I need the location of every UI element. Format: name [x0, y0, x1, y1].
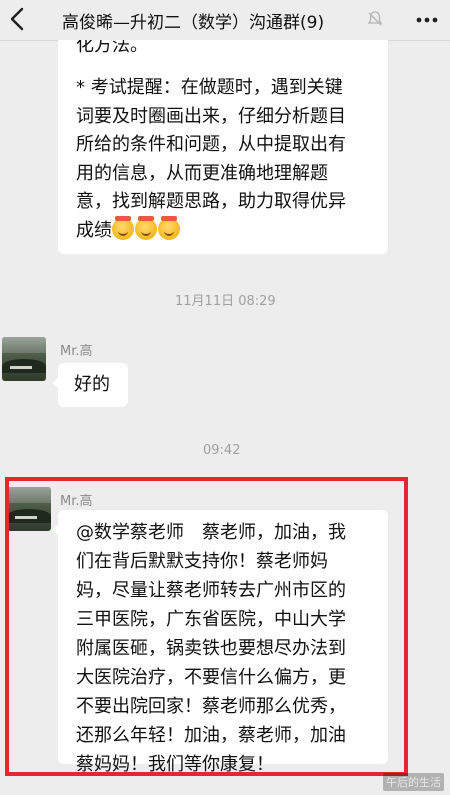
- chat-header: 高俊晞—升初二（数学）沟通群(9): [0, 0, 450, 41]
- fist-emoji-icon: [158, 215, 180, 240]
- chat-title: 高俊晞—升初二（数学）沟通群(9): [62, 13, 325, 33]
- message-bubble[interactable]: @数学蔡老师 蔡老师，加油，我 们在背后默默支持你！蔡老师妈 妈，尽量让蔡老师转…: [52, 510, 388, 775]
- chat-screen: 高俊晞—升初二（数学）沟通群(9) 化方法。 * 考试提醒：在做题时，遇到关键 …: [0, 0, 450, 795]
- message-text: @数学蔡老师 蔡老师，加油，我 们在背后默默支持你！蔡老师妈 妈，尽量让蔡老师转…: [76, 522, 346, 775]
- message-text: 好的: [74, 374, 110, 395]
- watermark: 午后的生活: [383, 773, 444, 791]
- mute-bell-icon: [366, 10, 384, 28]
- more-dots-icon[interactable]: [414, 9, 440, 31]
- message-bubble-tip[interactable]: 化方法。 * 考试提醒：在做题时，遇到关键 词要及时圈画出来，仔细分析题目 所给…: [58, 40, 388, 254]
- message-bubble[interactable]: 好的: [52, 363, 128, 407]
- message-text-cut: 化方法。: [76, 40, 148, 56]
- fist-emoji-icon: [135, 215, 157, 240]
- sender-name: Mr.高: [60, 494, 93, 509]
- back-chevron-icon[interactable]: [6, 6, 28, 32]
- timestamp: 09:42: [203, 443, 241, 458]
- emoji-group: [112, 215, 180, 240]
- avatar[interactable]: [7, 487, 51, 531]
- fist-emoji-icon: [112, 215, 134, 240]
- timestamp: 11月11日 08:29: [175, 294, 276, 309]
- message-text-tip: * 考试提醒：在做题时，遇到关键 词要及时圈画出来，仔细分析题目 所给的条件和问…: [76, 74, 388, 245]
- avatar[interactable]: [2, 337, 46, 381]
- sender-name: Mr.高: [60, 344, 93, 359]
